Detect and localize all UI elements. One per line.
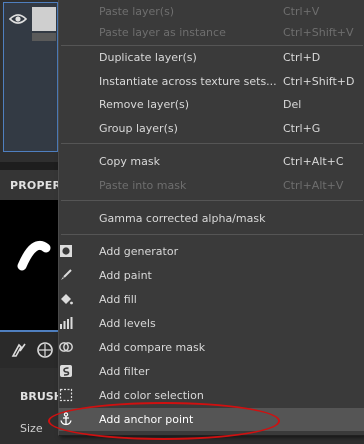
menu-item-label: Add generator <box>99 245 179 258</box>
menu-item-shortcut: Ctrl+V <box>283 5 320 18</box>
layer-row-selected[interactable] <box>3 2 58 152</box>
menu-item-duplicate-layers[interactable]: Duplicate layer(s) Ctrl+D <box>59 46 364 69</box>
levels-icon <box>60 317 73 329</box>
menu-item-add-color-selection[interactable]: Add color selection <box>59 384 364 407</box>
layer-mask-thumbnail <box>32 33 56 41</box>
menu-separator <box>61 143 363 144</box>
layer-context-menu: Paste layer(s) Ctrl+V Paste layer as ins… <box>58 0 364 436</box>
menu-item-label: Add compare mask <box>99 341 206 354</box>
menu-item-shortcut: Ctrl+Alt+C <box>283 155 344 168</box>
menu-separator <box>61 234 363 235</box>
menu-item-add-generator[interactable]: Add generator <box>59 240 364 263</box>
menu-item-shortcut: Ctrl+Shift+V <box>283 26 354 39</box>
menu-item-label: Instantiate across texture sets... <box>99 75 277 88</box>
generator-icon <box>60 245 72 257</box>
menu-item-add-levels[interactable]: Add levels <box>59 312 364 335</box>
brush-stroke-preview <box>17 240 51 271</box>
menu-item-shortcut: Ctrl+Alt+V <box>283 179 344 192</box>
menu-item-shortcut: Ctrl+D <box>283 51 321 64</box>
menu-item-shortcut: Del <box>283 98 302 111</box>
compare-mask-icon <box>59 342 73 352</box>
menu-separator <box>61 200 363 201</box>
menu-item-label: Add color selection <box>99 389 204 402</box>
brush-title: BRUSH <box>20 390 63 403</box>
menu-item-gamma-corrected-alpha-mask[interactable]: Gamma corrected alpha/mask <box>59 207 364 230</box>
menu-item-paste-layer-as-instance: Paste layer as instance Ctrl+Shift+V <box>59 21 364 44</box>
menu-item-label: Add levels <box>99 317 156 330</box>
fill-bucket-icon <box>61 294 73 305</box>
menu-item-shortcut: Ctrl+Shift+D <box>283 75 355 88</box>
menu-item-label: Remove layer(s) <box>99 98 190 111</box>
menu-item-instantiate-across-texture-sets[interactable]: Instantiate across texture sets... Ctrl+… <box>59 70 364 93</box>
brush-tabs <box>0 330 60 368</box>
menu-item-add-anchor-point[interactable]: Add anchor point <box>59 408 364 431</box>
menu-item-remove-layers[interactable]: Remove layer(s) Del <box>59 93 364 116</box>
menu-item-label: Paste layer(s) <box>99 5 175 18</box>
menu-item-label: Copy mask <box>99 155 160 168</box>
menu-item-paste-layers: Paste layer(s) Ctrl+V <box>59 0 364 23</box>
menu-item-add-filter[interactable]: Add filter <box>59 360 364 383</box>
menu-item-group-layers[interactable]: Group layer(s) Ctrl+G <box>59 117 364 140</box>
material-tab-icon[interactable] <box>36 341 54 359</box>
menu-item-label: Gamma corrected alpha/mask <box>99 212 266 225</box>
menu-item-label: Add filter <box>99 365 150 378</box>
menu-item-add-paint[interactable]: Add paint <box>59 264 364 287</box>
paint-brush-icon <box>61 269 72 280</box>
menu-item-label: Paste layer as instance <box>99 26 226 39</box>
menu-item-label: Add paint <box>99 269 152 282</box>
brush-preview <box>0 200 60 330</box>
menu-item-copy-mask[interactable]: Copy mask Ctrl+Alt+C <box>59 150 364 173</box>
menu-item-label: Add anchor point <box>99 413 194 426</box>
anchor-icon <box>60 412 72 426</box>
menu-item-shortcut: Ctrl+G <box>283 122 321 135</box>
brush-tab-icon[interactable] <box>10 341 28 359</box>
menu-item-paste-into-mask: Paste into mask Ctrl+Alt+V <box>59 174 364 197</box>
size-label: Size <box>20 422 43 435</box>
layer-thumbnail <box>32 7 56 31</box>
filter-icon <box>60 365 72 377</box>
menu-item-label: Add fill <box>99 293 137 306</box>
menu-item-add-compare-mask[interactable]: Add compare mask <box>59 336 364 359</box>
menu-item-label: Group layer(s) <box>99 122 178 135</box>
menu-item-add-fill[interactable]: Add fill <box>59 288 364 311</box>
color-selection-icon <box>59 388 73 402</box>
menu-item-label: Duplicate layer(s) <box>99 51 197 64</box>
eye-icon[interactable] <box>9 12 27 26</box>
menu-item-label: Paste into mask <box>99 179 187 192</box>
